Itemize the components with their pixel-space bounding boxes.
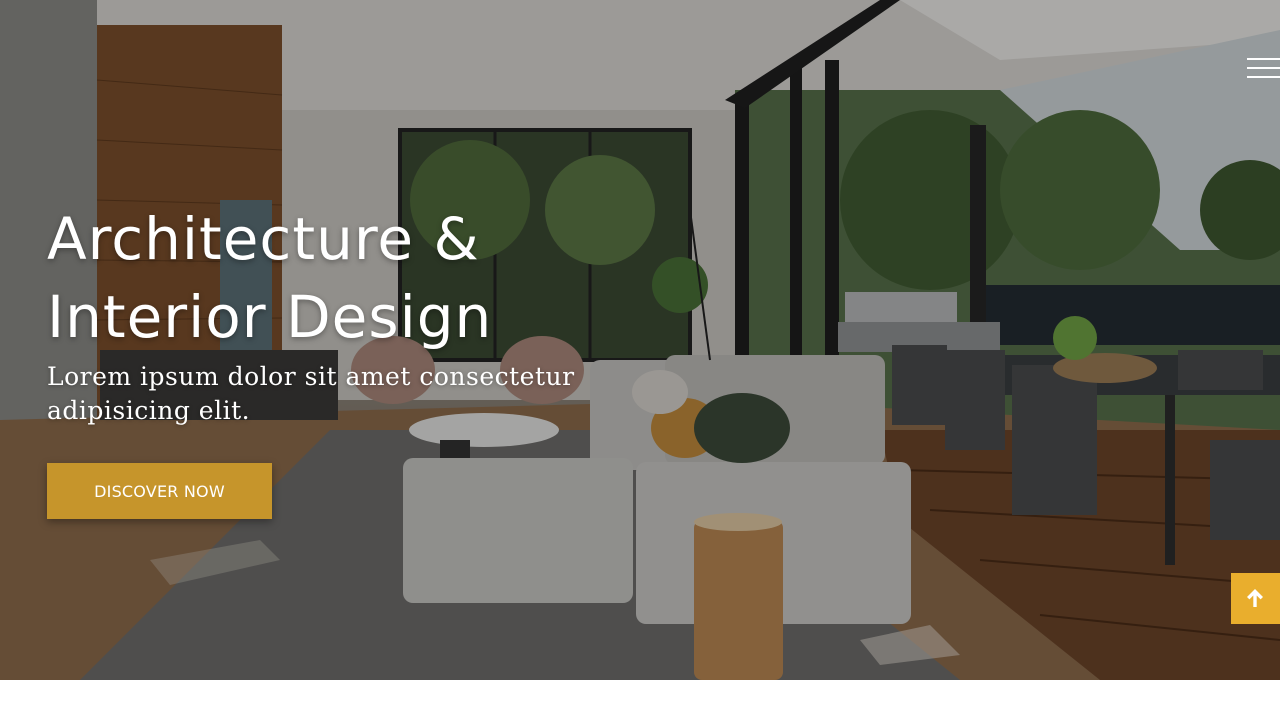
hero-title-line-2: Interior Design [47,283,493,351]
hero-subtitle: Lorem ipsum dolor sit amet consectetur a… [47,362,575,425]
hamburger-menu-icon[interactable] [1247,58,1280,80]
back-to-top-button[interactable] [1231,573,1280,624]
hero-section: Architecture & Interior Design Lorem ips… [0,0,1280,680]
hero-title-line-1: Architecture & [47,205,480,273]
page-content-start [0,680,1280,720]
discover-now-button[interactable]: DISCOVER NOW [47,463,272,519]
arrow-up-icon [1247,589,1263,607]
hero-title: Architecture & Interior Design [47,200,667,356]
